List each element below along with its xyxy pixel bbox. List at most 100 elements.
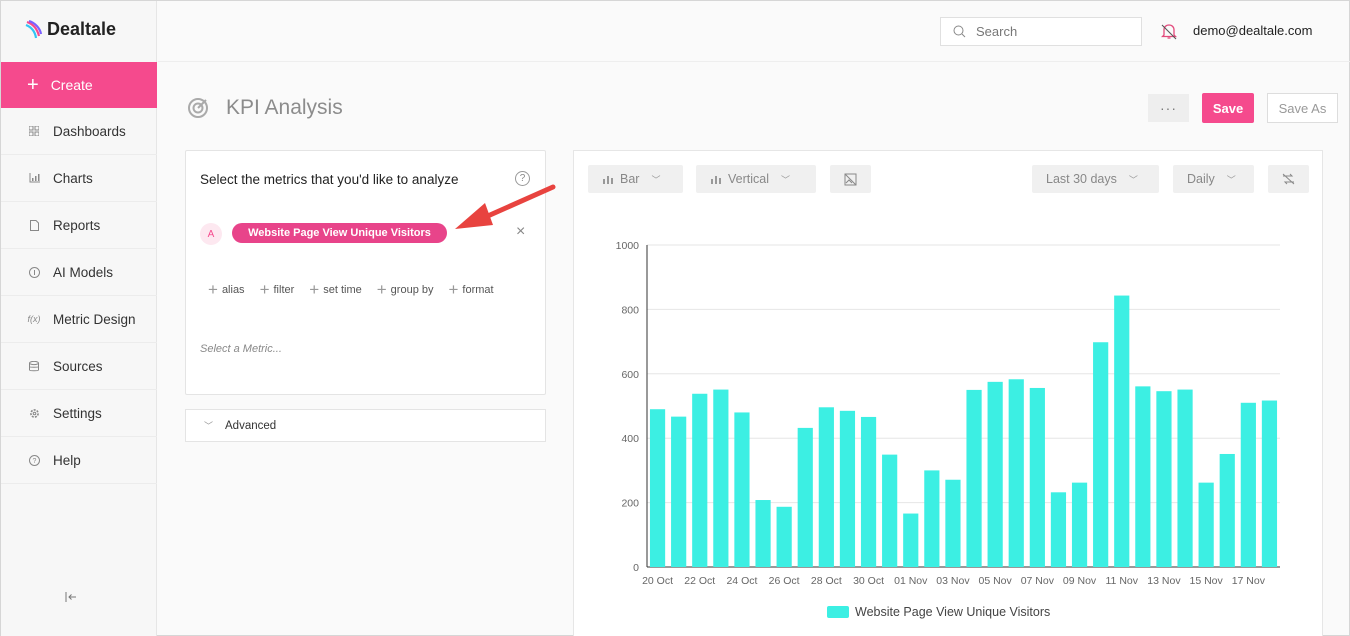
user-email[interactable]: demo@dealtale.com — [1193, 23, 1312, 38]
y-tick-label: 200 — [621, 498, 639, 510]
bar — [1198, 482, 1214, 567]
sidebar-item-reports[interactable]: Reports — [1, 202, 157, 249]
option-label: set time — [323, 283, 362, 296]
bar — [1050, 492, 1067, 567]
chart-panel: Bar ﹀ Vertical ﹀ Last 30 days ﹀ Daily ﹀ … — [573, 150, 1323, 636]
sidebar-item-help[interactable]: ? Help — [1, 437, 157, 484]
bar — [882, 454, 898, 567]
chevron-down-icon: ﹀ — [1128, 174, 1138, 185]
function-icon: f(x) — [27, 314, 41, 324]
bar — [818, 407, 834, 567]
bar — [1240, 402, 1256, 567]
y-tick-label: 0 — [633, 562, 639, 574]
sidebar-item-ai-models[interactable]: AI Models — [1, 249, 157, 296]
group-by-option[interactable]: + group by — [377, 281, 434, 298]
bar — [1008, 379, 1024, 567]
advanced-section-toggle[interactable]: ﹀ Advanced — [185, 409, 546, 442]
sidebar-item-settings[interactable]: Settings — [1, 390, 157, 437]
chart-type-label: Bar — [620, 172, 640, 186]
document-icon — [27, 219, 41, 231]
advanced-label: Advanced — [225, 419, 277, 432]
metric-chip[interactable]: Website Page View Unique Visitors — [232, 223, 447, 243]
question-icon[interactable]: ? — [515, 171, 530, 186]
x-tick-label: 15 Nov — [1190, 575, 1224, 587]
remove-metric-icon[interactable]: × — [516, 223, 525, 241]
create-button[interactable]: + Create — [1, 62, 157, 108]
search-icon — [953, 25, 966, 38]
bar — [966, 389, 982, 567]
option-label: filter — [273, 283, 295, 296]
bar — [860, 416, 877, 567]
sidebar-nav: Dashboards Charts Reports AI Models f(x)… — [1, 108, 157, 484]
bar — [1219, 453, 1235, 567]
bar — [903, 513, 919, 567]
sidebar-item-label: Reports — [53, 217, 101, 233]
option-label: group by — [390, 283, 434, 296]
metric-options: + alias + filter + set time + group by + form… — [208, 281, 494, 298]
y-tick-label: 1000 — [616, 240, 640, 252]
orientation-dropdown[interactable]: Vertical ﹀ — [696, 165, 816, 193]
help-icon: ? — [27, 454, 41, 466]
metric-letter-badge: A — [200, 223, 222, 245]
x-tick-label: 07 Nov — [1021, 575, 1055, 587]
sidebar-item-label: Help — [53, 452, 81, 468]
x-tick-label: 20 Oct — [642, 575, 673, 587]
save-as-button[interactable]: Save As — [1267, 93, 1338, 123]
chart-type-dropdown[interactable]: Bar ﹀ — [588, 165, 683, 193]
date-range-dropdown[interactable]: Last 30 days ﹀ — [1032, 165, 1159, 193]
chevron-down-icon: ﹀ — [651, 174, 661, 185]
date-range-label: Last 30 days — [1046, 172, 1117, 186]
chart-legend[interactable]: Website Page View Unique Visitors — [827, 605, 1050, 619]
bar-chart-icon — [27, 173, 41, 183]
filter-option[interactable]: + filter — [260, 281, 295, 298]
bar — [987, 381, 1003, 567]
target-icon — [187, 97, 209, 124]
bar-chart-icon — [603, 176, 613, 184]
y-tick-label: 600 — [621, 369, 639, 381]
x-tick-label: 01 Nov — [894, 575, 928, 587]
format-option[interactable]: + format — [448, 281, 493, 298]
bar — [1177, 389, 1193, 567]
save-button[interactable]: Save — [1202, 93, 1254, 123]
bar — [1135, 386, 1151, 567]
x-tick-label: 03 Nov — [936, 575, 970, 587]
metrics-panel: Select the metrics that you'd like to an… — [185, 150, 546, 395]
bar — [924, 470, 940, 567]
bar — [797, 427, 813, 567]
image-toggle-button[interactable] — [830, 165, 871, 193]
compare-off-button[interactable] — [1268, 165, 1309, 193]
sidebar-item-label: Metric Design — [53, 311, 136, 327]
bar-chart: 0 200 400 600 800 1000 20 Oct 22 Oct 24 Oct 26 Oc… — [616, 240, 1280, 587]
page-title: KPI Analysis — [226, 96, 343, 119]
sidebar-item-sources[interactable]: Sources — [1, 343, 157, 390]
select-metric-input[interactable]: Select a Metric... — [200, 343, 282, 355]
bar — [776, 506, 792, 567]
option-label: alias — [221, 283, 245, 296]
bar — [1093, 342, 1109, 567]
header-divider — [158, 61, 1350, 62]
sidebar-item-label: Charts — [53, 170, 93, 186]
sidebar: Dealtale + Create Dashboards Charts Repo… — [1, 1, 157, 636]
bar — [713, 389, 729, 567]
app-logo[interactable]: Dealtale — [25, 19, 116, 40]
sidebar-item-charts[interactable]: Charts — [1, 155, 157, 202]
bar — [839, 410, 856, 567]
notification-bell-icon[interactable] — [1160, 23, 1178, 45]
bar — [1071, 482, 1088, 567]
plus-icon: + — [27, 74, 39, 96]
alias-option[interactable]: + alias — [208, 281, 245, 298]
sidebar-item-metric-design[interactable]: f(x) Metric Design — [1, 296, 157, 343]
bar — [1029, 387, 1045, 567]
collapse-sidebar-icon[interactable] — [65, 589, 77, 605]
set-time-option[interactable]: + set time — [309, 281, 361, 298]
x-tick-label: 30 Oct — [853, 575, 884, 587]
search-input[interactable]: Search — [940, 17, 1142, 46]
compare-off-icon — [1282, 173, 1295, 185]
more-options-button[interactable]: ··· — [1148, 94, 1189, 122]
sidebar-item-dashboards[interactable]: Dashboards — [1, 108, 157, 155]
ai-icon — [27, 266, 41, 278]
bar — [649, 409, 666, 567]
metrics-panel-title: Select the metrics that you'd like to an… — [200, 172, 459, 187]
granularity-dropdown[interactable]: Daily ﹀ — [1173, 165, 1254, 193]
x-tick-label: 24 Oct — [726, 575, 757, 587]
